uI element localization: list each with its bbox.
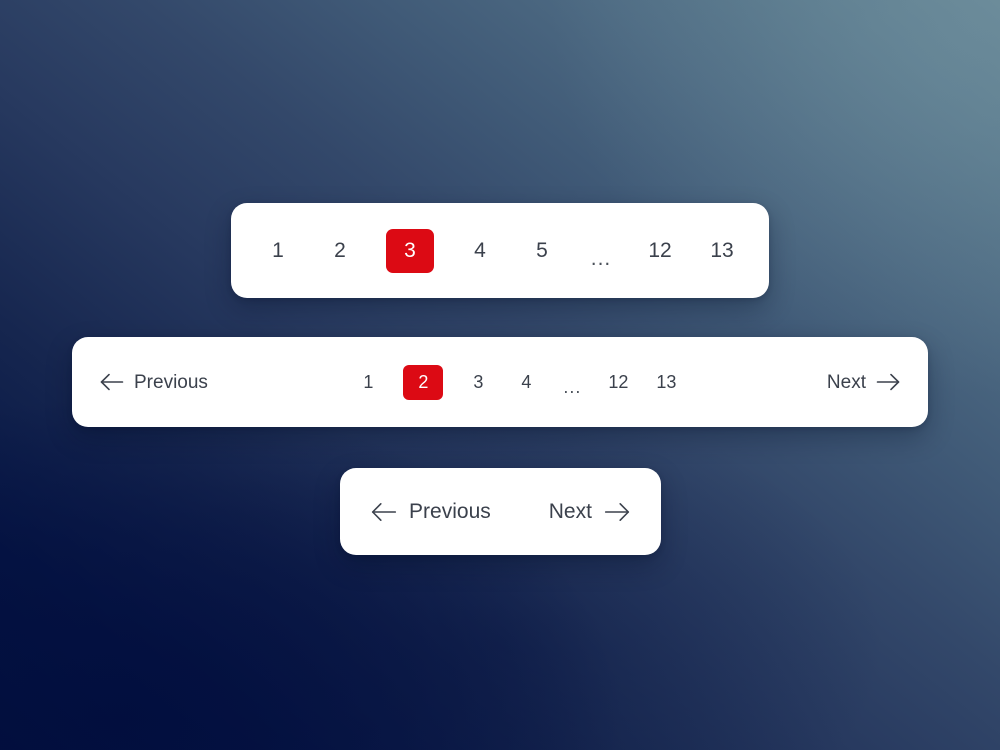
pagination-page[interactable]: 12 [605,364,631,400]
pagination-page[interactable]: 12 [644,229,676,273]
pagination-page[interactable]: 2 [324,229,356,273]
pagination-page[interactable]: 4 [513,364,539,400]
simple-prev-next-pagination-card: Previous Next [340,468,661,555]
pagination-page[interactable]: 13 [653,364,679,400]
next-button[interactable]: Next [549,501,630,522]
next-button-label: Next [548,500,592,523]
pagination-page-list: 1 2 3 4 5... 12 13 [262,228,738,273]
pagination-page-active[interactable]: 2 [403,364,444,400]
arrow-right-icon [604,502,630,522]
pagination-ellipsis: ... [563,377,582,397]
previous-button[interactable]: Previous [371,501,491,522]
numbers-only-pagination-card: 1 2 3 4 5... 12 13 [231,203,769,298]
arrow-right-icon [876,373,900,391]
pagination-page[interactable]: 5 [526,229,558,273]
pagination-ellipsis: ... [590,246,612,270]
arrow-left-icon [100,373,124,391]
next-button-label: Next [826,371,866,393]
pagination-page-list: 1 2 3 4... 12 13 [355,364,679,400]
arrow-left-icon [371,502,397,522]
next-button[interactable]: Next [827,373,900,392]
pagination-page-active[interactable]: 3 [386,228,434,273]
pagination-page[interactable]: 13 [706,229,738,273]
previous-button-label: Previous [409,500,491,523]
pagination-showcase: 1 2 3 4 5... 12 13 Previous 1 2 3 4... 12 13 Next [0,0,1000,750]
previous-button-label: Previous [134,371,208,393]
full-pagination-card: Previous 1 2 3 4... 12 13 Next [72,337,928,427]
previous-button[interactable]: Previous [100,373,208,392]
pagination-page[interactable]: 1 [355,364,381,400]
pagination-page[interactable]: 3 [465,364,491,400]
pagination-page[interactable]: 1 [262,229,294,273]
pagination-page[interactable]: 4 [464,229,496,273]
